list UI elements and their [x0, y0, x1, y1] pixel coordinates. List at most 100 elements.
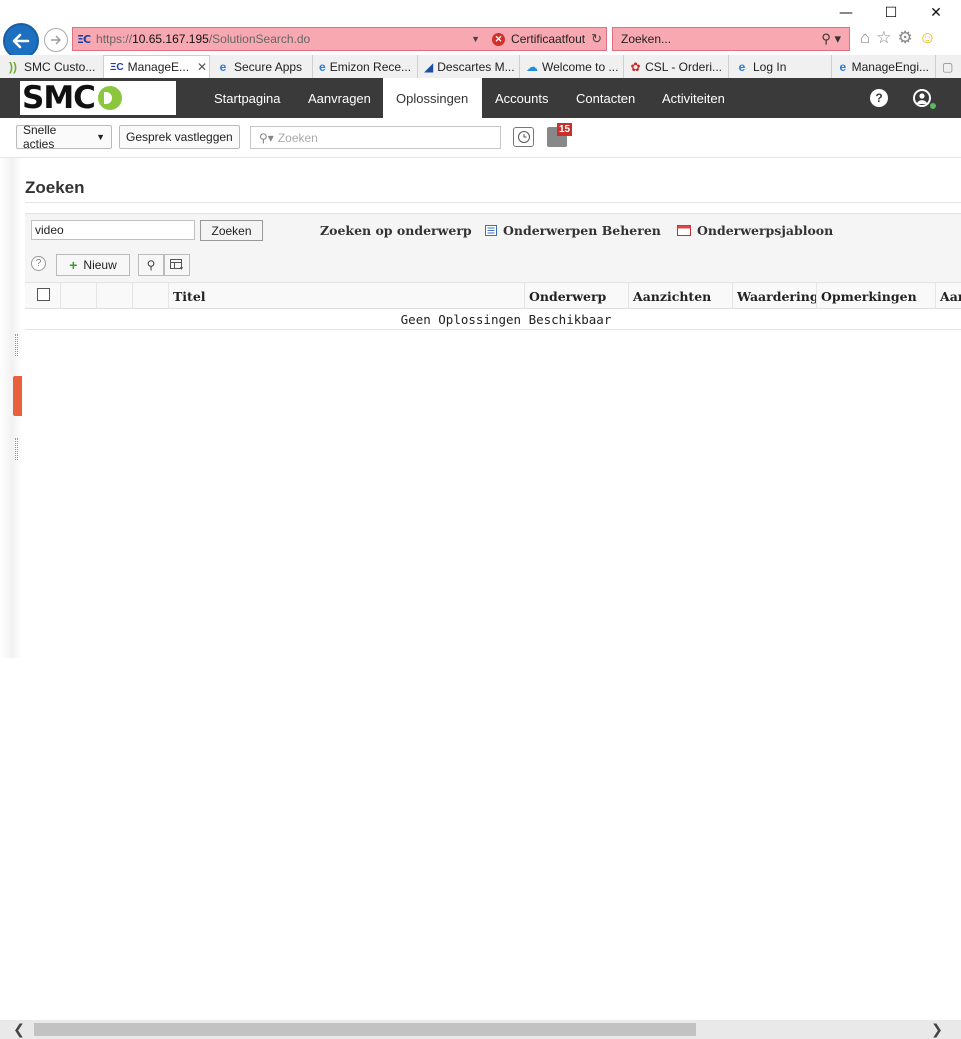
history-clock-icon[interactable] [513, 127, 534, 147]
tab-manageengine-2[interactable]: e ManageEngi... [832, 55, 936, 78]
caret-down-icon: ▼ [96, 132, 105, 142]
dropdown-arrow-icon[interactable]: ▼ [471, 34, 480, 44]
magnifier-icon: ⚲ [146, 258, 156, 272]
close-tab-icon[interactable]: ✕ [197, 60, 207, 74]
scroll-right-arrow-icon[interactable]: ❯ [926, 1020, 948, 1039]
nav-activiteiten[interactable]: Activiteiten [649, 78, 738, 118]
column-header-onderwerp[interactable]: Onderwerp [525, 283, 629, 309]
tab-welcome[interactable]: ☁ Welcome to ... [520, 55, 624, 78]
ie-icon: e [738, 59, 746, 74]
tab-manageengine-active[interactable]: ΞC ManageE... ✕ [104, 55, 210, 78]
browser-search-box[interactable]: Zoeken... ⚲ ▾ [612, 27, 850, 51]
quick-actions-dropdown[interactable]: Snelle acties ▼ [16, 123, 112, 151]
new-tab-button[interactable]: ▢ [936, 55, 961, 78]
notification-count-badge: 15 [557, 123, 573, 136]
browser-tab-strip: )) SMC Custo... ΞC ManageE... ✕ e Secure App… [0, 55, 961, 78]
column-chooser-button[interactable] [164, 254, 190, 276]
help-icon[interactable]: ? [870, 89, 888, 107]
smc-icon: )) [9, 59, 17, 74]
search-by-topic-link[interactable]: Zoeken op onderwerp [320, 223, 472, 238]
panel-toggle-tab[interactable] [13, 376, 22, 416]
column-header-titel[interactable]: Titel [169, 283, 525, 309]
refresh-icon[interactable]: ↻ [591, 31, 602, 47]
columns-icon [170, 259, 183, 270]
search-icon[interactable]: ⚲ ▾ [821, 31, 841, 47]
empty-table-message: Geen Oplossingen Beschikbaar [25, 309, 961, 330]
nav-contacten[interactable]: Contacten [563, 78, 648, 118]
settings-gear-icon[interactable]: ⚙ [898, 28, 913, 48]
panel-grip-upper[interactable] [15, 334, 18, 356]
nav-startpagina[interactable]: Startpagina [201, 78, 294, 118]
column-header-opmerkingen[interactable]: Opmerkingen [817, 283, 936, 309]
icon-column-1 [61, 283, 97, 309]
user-icon [917, 93, 927, 104]
solution-search-button[interactable]: Zoeken [200, 220, 263, 241]
tab-descartes[interactable]: ◢ Descartes M... [418, 55, 520, 78]
arrow-right-icon [51, 35, 61, 45]
sc-icon: ΞC [110, 61, 124, 73]
panel-grip-lower[interactable] [15, 438, 18, 460]
horizontal-scrollbar[interactable]: ❮ ❯ [0, 1020, 961, 1039]
log-call-button[interactable]: Gesprek vastleggen [119, 125, 240, 149]
select-all-column [25, 283, 61, 309]
filter-search-button[interactable]: ⚲ [138, 254, 164, 276]
url-text: https://10.65.167.195/SolutionSearch.do [96, 32, 311, 46]
certificate-error-icon[interactable]: ✕ [492, 32, 506, 46]
browser-tool-icons: ⌂ ☆ ⚙ ☺ [860, 28, 936, 48]
new-solution-button[interactable]: + Nieuw [56, 254, 130, 276]
topics-list-icon [485, 225, 497, 236]
scrollbar-thumb[interactable] [34, 1023, 696, 1036]
column-header-aanzichten[interactable]: Aanzichten [629, 283, 733, 309]
help-circle-icon[interactable]: ? [31, 256, 46, 271]
column-header-waardering[interactable]: Waardering [733, 283, 817, 309]
address-row: ΞC https://10.65.167.195/SolutionSearch.… [0, 23, 961, 59]
new-tab-icon: ▢ [942, 59, 954, 74]
tab-secure-apps[interactable]: e Secure Apps [210, 55, 313, 78]
sc-site-icon: ΞC [77, 32, 91, 46]
descartes-icon: ◢ [424, 59, 434, 74]
topic-template-link[interactable]: Onderwerpsjabloon [677, 223, 833, 238]
cloud-icon: ☁ [526, 59, 538, 74]
scroll-left-arrow-icon[interactable]: ❮ [8, 1020, 30, 1039]
window-titlebar: — ☐ ✕ [0, 0, 961, 26]
address-bar[interactable]: ΞC https://10.65.167.195/SolutionSearch.… [72, 27, 607, 51]
smiley-feedback-icon[interactable]: ☺ [919, 28, 936, 48]
smc-logo[interactable]: SMC [20, 81, 176, 115]
minimize-button[interactable]: — [823, 0, 869, 26]
manage-topics-link[interactable]: Onderwerpen Beheren [485, 223, 661, 238]
arrow-left-icon [12, 33, 30, 49]
favorites-star-icon[interactable]: ☆ [876, 28, 891, 48]
nav-accounts[interactable]: Accounts [482, 78, 561, 118]
app-header: SMC Startpagina Aanvragen Oplossingen Ac… [0, 78, 961, 118]
close-window-button[interactable]: ✕ [913, 0, 959, 26]
home-icon[interactable]: ⌂ [860, 28, 870, 48]
maximize-button[interactable]: ☐ [868, 0, 914, 26]
global-search-input[interactable]: ⚲▾ Zoeken [250, 126, 501, 149]
icon-column-2 [97, 283, 133, 309]
tab-log-in[interactable]: e Log In [729, 55, 832, 78]
select-all-checkbox[interactable] [37, 288, 50, 301]
search-icon[interactable]: ⚲▾ [259, 131, 274, 145]
ie-icon: e [839, 59, 847, 74]
nav-aanvragen[interactable]: Aanvragen [295, 78, 384, 118]
forward-button[interactable] [44, 28, 68, 52]
nav-oplossingen[interactable]: Oplossingen [383, 78, 482, 118]
tab-emizon[interactable]: e Emizon Rece... [313, 55, 418, 78]
certificate-error-label[interactable]: Certificaatfout [511, 32, 585, 46]
tab-smc-customer[interactable]: )) SMC Custo... [0, 55, 104, 78]
back-button[interactable] [3, 23, 39, 59]
logo-signal-icon [97, 86, 122, 110]
icon-column-3 [133, 283, 169, 309]
left-panel-gutter [0, 158, 22, 658]
solutions-table-header: Titel Onderwerp Aanzichten Waardering Op… [25, 282, 961, 309]
app-toolbar: Snelle acties ▼ Gesprek vastleggen ⚲▾ Zo… [0, 118, 961, 158]
column-header-aan[interactable]: Aan [936, 283, 961, 309]
solution-search-input[interactable]: video [31, 220, 195, 240]
browser-search-placeholder: Zoeken... [621, 32, 672, 46]
ie-icon: e [219, 59, 227, 74]
title-divider [25, 202, 961, 203]
tab-csl-ordering[interactable]: ✿ CSL - Orderi... [624, 55, 729, 78]
ie-icon: e [319, 59, 326, 74]
csl-icon: ✿ [630, 59, 641, 74]
page-title: Zoeken [25, 178, 85, 197]
